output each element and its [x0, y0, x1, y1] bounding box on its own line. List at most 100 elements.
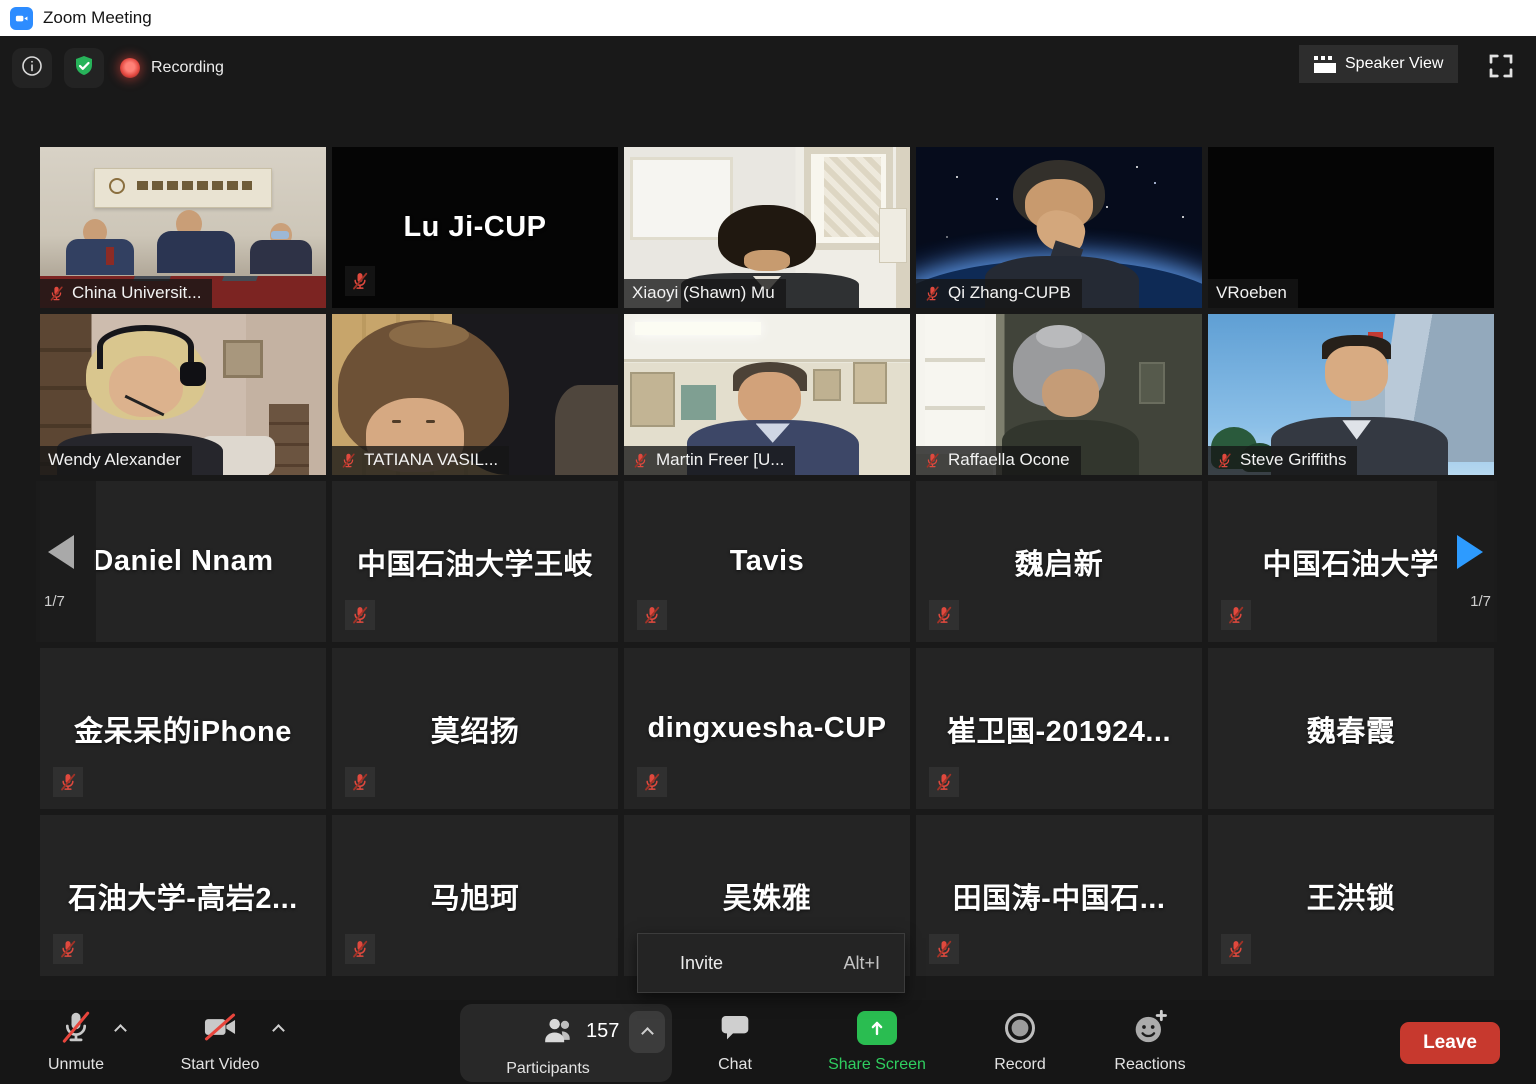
participant-name: TATIANA VASIL...: [364, 450, 498, 470]
invite-shortcut: Alt+I: [843, 953, 880, 974]
muted-mic-icon: [345, 934, 375, 964]
reactions-icon[interactable]: [1130, 1006, 1170, 1048]
participant-name-label: TATIANA VASIL...: [332, 446, 509, 475]
meeting-toolbar: Unmute Start Video 157 Participants Chat…: [0, 1000, 1536, 1084]
muted-mic-icon: [53, 767, 83, 797]
video-tile-lu-ji[interactable]: Lu Ji-CUP: [332, 147, 618, 308]
muted-mic-icon: [48, 285, 65, 302]
participants-options-caret[interactable]: [629, 1011, 665, 1053]
video-tile-cuiweiguo[interactable]: 崔卫国-201924...: [916, 648, 1202, 809]
video-tile-qi-zhang[interactable]: Qi Zhang-CUPB: [916, 147, 1202, 308]
video-tile-moshaoyang[interactable]: 莫绍扬: [332, 648, 618, 809]
participants-count: 157: [586, 1020, 619, 1043]
video-tile-tavis[interactable]: Tavis: [624, 481, 910, 642]
share-screen-icon[interactable]: [857, 1011, 897, 1045]
video-tile-jindaidai-iphone[interactable]: 金呆呆的iPhone: [40, 648, 326, 809]
prev-page-icon[interactable]: [48, 535, 74, 569]
video-tile-gaoyan[interactable]: 石油大学-高岩2...: [40, 815, 326, 976]
recording-indicator[interactable]: Recording: [120, 48, 224, 88]
participant-name-label: Wendy Alexander: [40, 446, 192, 475]
muted-mic-icon: [929, 600, 959, 630]
fullscreen-icon: [1486, 68, 1516, 85]
muted-mic-icon: [924, 285, 941, 302]
muted-mic-icon: [1221, 600, 1251, 630]
muted-mic-icon: [637, 767, 667, 797]
speaker-view-button[interactable]: Speaker View: [1299, 45, 1458, 83]
muted-mic-icon: [1221, 934, 1251, 964]
shield-check-icon: [72, 54, 96, 83]
start-video-button[interactable]: Start Video: [160, 1056, 280, 1074]
gallery-grid: China Universit... Lu Ji-CUP Xiaoyi (Sha…: [40, 147, 1494, 976]
chat-button[interactable]: Chat: [695, 1056, 775, 1074]
participant-name-label: Martin Freer [U...: [624, 446, 795, 475]
chat-icon[interactable]: [718, 1012, 752, 1044]
video-tile-vroeben[interactable]: VRoeben: [1208, 147, 1494, 308]
video-tile-tatiana[interactable]: TATIANA VASIL...: [332, 314, 618, 475]
muted-mic-icon: [1216, 452, 1233, 469]
muted-mic-icon: [345, 600, 375, 630]
video-tile-weiqixin[interactable]: 魏启新: [916, 481, 1202, 642]
muted-mic-icon: [924, 452, 941, 469]
video-tile-china-university[interactable]: China Universit...: [40, 147, 326, 308]
participant-name-label: VRoeben: [1208, 279, 1298, 308]
participant-name: Raffaella Ocone: [948, 450, 1070, 470]
leave-button[interactable]: Leave: [1400, 1022, 1500, 1064]
speaker-view-label: Speaker View: [1345, 55, 1443, 73]
muted-mic-icon: [340, 452, 357, 469]
video-tile-wanghongsuo[interactable]: 王洪锁: [1208, 815, 1494, 976]
muted-mic-icon: [929, 767, 959, 797]
record-button[interactable]: Record: [980, 1056, 1060, 1074]
mic-muted-icon[interactable]: [58, 1008, 94, 1046]
window-title: Zoom Meeting: [43, 8, 152, 28]
info-icon: [20, 54, 44, 83]
window-titlebar: Zoom Meeting: [0, 0, 1536, 36]
participant-name: Martin Freer [U...: [656, 450, 784, 470]
next-page-icon[interactable]: [1457, 535, 1483, 569]
participant-name: China Universit...: [72, 283, 201, 303]
meeting-info-button[interactable]: [12, 48, 52, 88]
gallery-next-page[interactable]: 1/7: [1437, 481, 1497, 642]
zoom-logo-icon: [10, 7, 33, 30]
muted-mic-icon: [53, 934, 83, 964]
participants-button[interactable]: 157 Participants: [460, 1004, 672, 1082]
invite-label: Invite: [680, 953, 723, 974]
speaker-view-icon: [1314, 56, 1336, 73]
video-tile-weichunxia[interactable]: 魏春霞: [1208, 648, 1494, 809]
participant-name-label: Steve Griffiths: [1208, 446, 1357, 475]
gallery-prev-page[interactable]: 1/7: [36, 481, 96, 642]
fullscreen-button[interactable]: [1486, 51, 1516, 81]
invite-menu-item[interactable]: Invite Alt+I: [637, 933, 905, 993]
recording-label: Recording: [151, 59, 224, 77]
muted-mic-icon: [929, 934, 959, 964]
video-tile-wangqi[interactable]: 中国石油大学王岐: [332, 481, 618, 642]
audio-options-caret[interactable]: [114, 1024, 127, 1037]
reactions-button[interactable]: Reactions: [1104, 1056, 1196, 1074]
muted-mic-icon: [345, 266, 375, 296]
page-indicator-left: 1/7: [44, 593, 65, 610]
unmute-button[interactable]: Unmute: [28, 1056, 124, 1074]
video-tile-steve-griffiths[interactable]: Steve Griffiths: [1208, 314, 1494, 475]
participant-name: Wendy Alexander: [48, 450, 181, 470]
video-tile-maxuke[interactable]: 马旭珂: [332, 815, 618, 976]
video-tile-tianguotao[interactable]: 田国涛-中国石...: [916, 815, 1202, 976]
video-options-caret[interactable]: [272, 1024, 285, 1037]
participants-icon: [542, 1016, 580, 1048]
security-button[interactable]: [64, 48, 104, 88]
participant-name: Qi Zhang-CUPB: [948, 283, 1071, 303]
participant-name: Xiaoyi (Shawn) Mu: [632, 283, 775, 303]
muted-mic-icon: [637, 600, 667, 630]
participant-name-label: Xiaoyi (Shawn) Mu: [624, 279, 786, 308]
record-icon[interactable]: [1002, 1010, 1038, 1046]
video-tile-wendy-alexander-active-speaker[interactable]: Wendy Alexander: [40, 314, 326, 475]
participant-name: VRoeben: [1216, 283, 1287, 303]
camera-muted-icon[interactable]: [198, 1008, 242, 1046]
video-tile-xiaoyi-mu[interactable]: Xiaoyi (Shawn) Mu: [624, 147, 910, 308]
video-tile-raffaella-ocone[interactable]: Raffaella Ocone: [916, 314, 1202, 475]
participant-name: 魏春霞: [1208, 648, 1494, 809]
page-indicator-right: 1/7: [1470, 593, 1491, 610]
muted-mic-icon: [632, 452, 649, 469]
share-screen-button[interactable]: Share Screen: [817, 1056, 937, 1074]
video-tile-dingxuesha[interactable]: dingxuesha-CUP: [624, 648, 910, 809]
participants-label: Participants: [460, 1060, 636, 1078]
video-tile-martin-freer[interactable]: Martin Freer [U...: [624, 314, 910, 475]
